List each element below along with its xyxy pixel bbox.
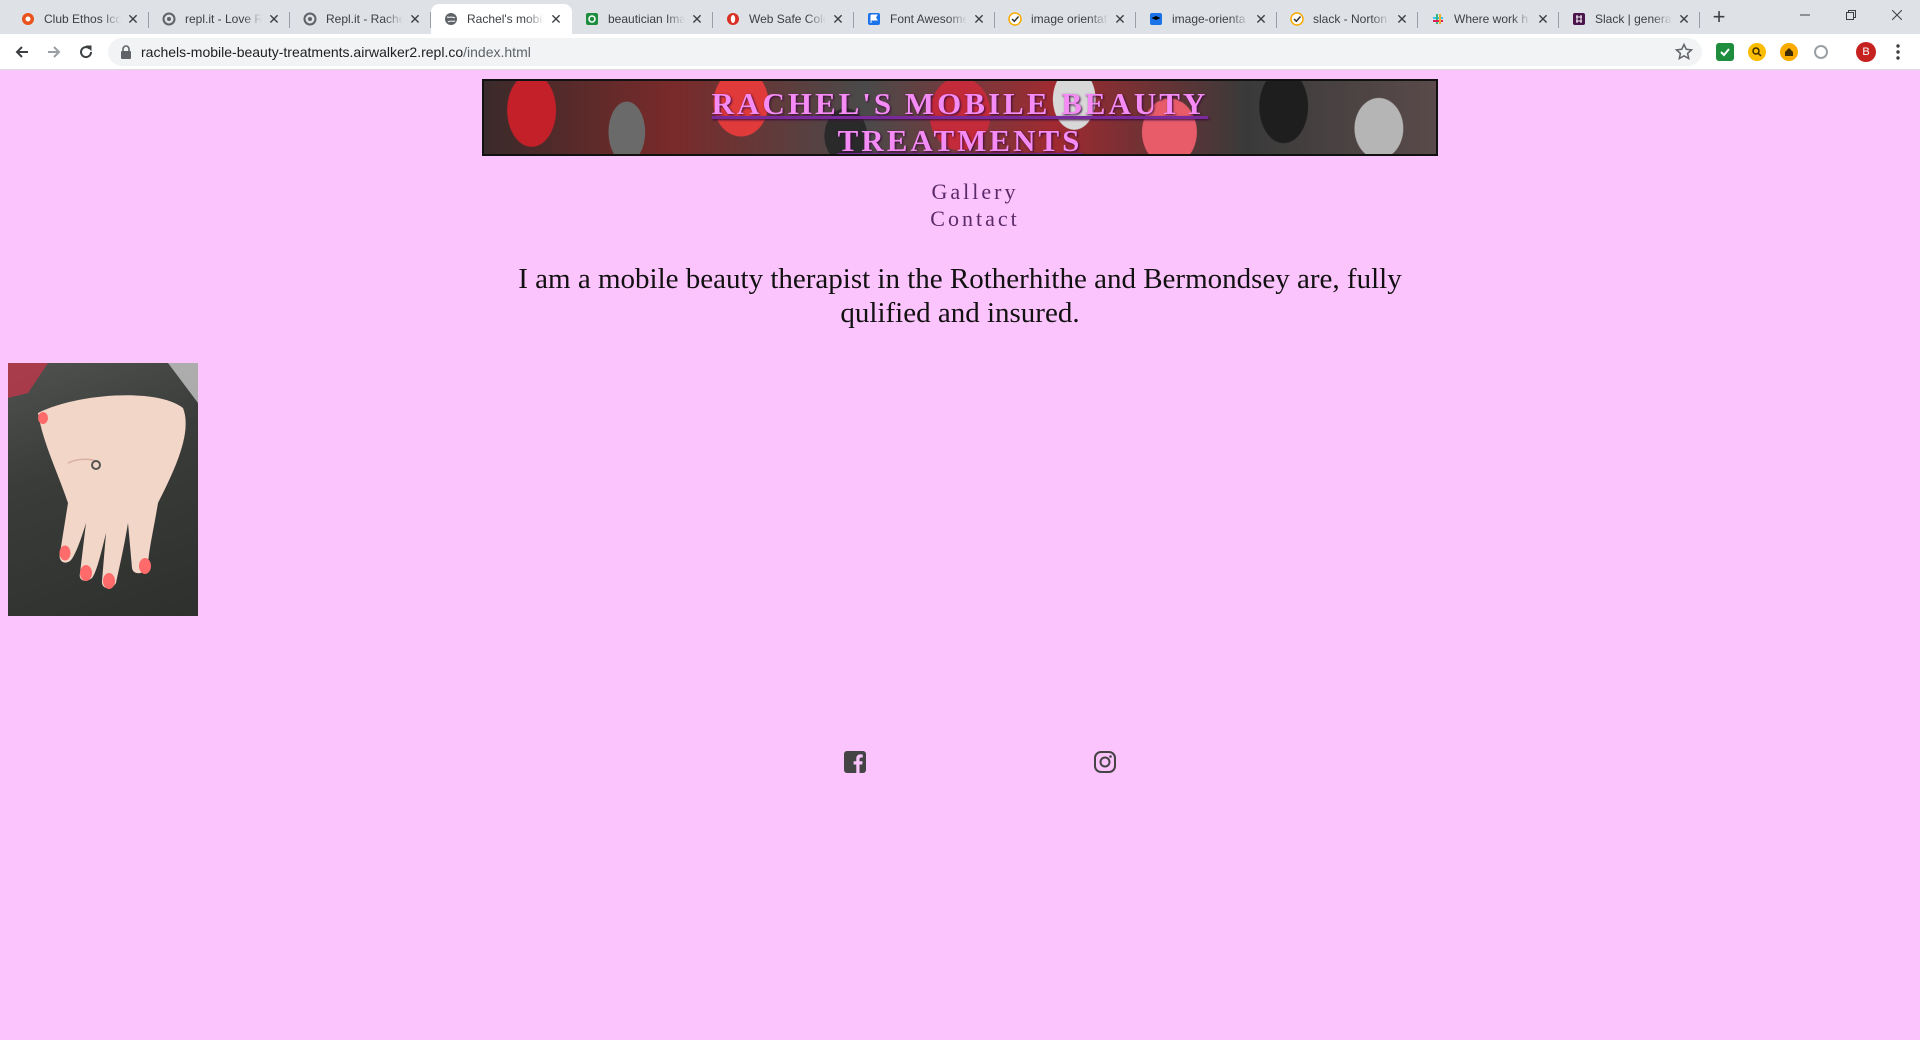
address-bar[interactable]: rachels-mobile-beauty-treatments.airwalk… bbox=[108, 38, 1702, 66]
browser-tab[interactable]: Rachel's mobil ✕ bbox=[431, 4, 572, 34]
minimize-icon bbox=[1800, 14, 1810, 16]
browser-tab[interactable]: Slack | general ✕ bbox=[1559, 4, 1700, 34]
arrow-right-icon bbox=[48, 46, 61, 58]
profile-avatar[interactable]: B bbox=[1856, 42, 1876, 62]
back-button[interactable] bbox=[8, 38, 36, 66]
site-title[interactable]: RACHEL'S MOBILE BEAUTY TREATMENTS bbox=[484, 85, 1436, 154]
close-tab-icon[interactable]: ✕ bbox=[689, 11, 705, 27]
check-badge-icon bbox=[1289, 11, 1305, 27]
toolbar: rachels-mobile-beauty-treatments.airwalk… bbox=[0, 34, 1920, 70]
nav-link-contact[interactable]: Contact bbox=[880, 205, 1040, 232]
tab-title: Web Safe Colo bbox=[749, 12, 826, 26]
browser-tab[interactable]: Repl.it - Rache ✕ bbox=[290, 4, 431, 34]
facebook-icon bbox=[844, 751, 866, 773]
bookmark-star-icon[interactable] bbox=[1674, 42, 1694, 62]
browser-tab[interactable]: Club Ethos Icon ✕ bbox=[8, 4, 149, 34]
tab-strip: Club Ethos Icon ✕ repl.it - Love R ✕ Repl.it… bbox=[0, 0, 1920, 34]
close-icon bbox=[1892, 10, 1902, 20]
browser-tab[interactable]: repl.it - Love R ✕ bbox=[149, 4, 290, 34]
reload-button[interactable] bbox=[72, 38, 100, 66]
tab-title: image orientat bbox=[1031, 12, 1108, 26]
browser-chrome: Club Ethos Icon ✕ repl.it - Love R ✕ Repl.it… bbox=[0, 0, 1920, 70]
extension-circle-icon[interactable] bbox=[1812, 43, 1830, 61]
opera-icon bbox=[725, 11, 741, 27]
lock-icon bbox=[121, 45, 131, 59]
instagram-icon bbox=[1094, 751, 1116, 773]
close-tab-icon[interactable]: ✕ bbox=[1112, 11, 1128, 27]
facebook-link[interactable] bbox=[842, 749, 868, 775]
extension-home-icon[interactable] bbox=[1780, 43, 1798, 61]
globe-icon bbox=[443, 11, 459, 27]
reload-icon bbox=[80, 45, 93, 59]
tab-title: slack - Norton bbox=[1313, 12, 1388, 26]
url-host: rachels-mobile-beauty-treatments.airwalk… bbox=[141, 44, 464, 60]
forward-button[interactable] bbox=[40, 38, 68, 66]
header-banner: RACHEL'S MOBILE BEAUTY TREATMENTS bbox=[482, 79, 1438, 156]
url-path: /index.html bbox=[463, 44, 531, 60]
intro-text: I am a mobile beauty therapist in the Ro… bbox=[518, 263, 1402, 329]
url-text: rachels-mobile-beauty-treatments.airwalk… bbox=[141, 44, 531, 60]
close-tab-icon[interactable]: ✕ bbox=[1535, 11, 1551, 27]
browser-tab[interactable]: slack - Norton ✕ bbox=[1277, 4, 1418, 34]
close-tab-icon[interactable]: ✕ bbox=[125, 11, 141, 27]
nav-link-gallery[interactable]: Gallery bbox=[880, 178, 1040, 205]
close-tab-icon[interactable]: ✕ bbox=[1394, 11, 1410, 27]
browser-tab[interactable]: Web Safe Colo ✕ bbox=[713, 4, 854, 34]
close-tab-icon[interactable]: ✕ bbox=[830, 11, 846, 27]
instagram-link[interactable] bbox=[1092, 749, 1118, 775]
restore-icon bbox=[1846, 10, 1856, 20]
tab-title: Slack | general bbox=[1595, 12, 1672, 26]
minimize-button[interactable] bbox=[1782, 0, 1828, 30]
circle-orange-icon bbox=[20, 11, 36, 27]
tab-title: Club Ethos Icon bbox=[44, 12, 121, 26]
close-tab-icon[interactable]: ✕ bbox=[1253, 11, 1269, 27]
image-search-icon bbox=[584, 11, 600, 27]
replit-icon bbox=[161, 11, 177, 27]
browser-tab[interactable]: Where work h ✕ bbox=[1418, 4, 1559, 34]
slack-square-icon bbox=[1571, 11, 1587, 27]
browser-tab[interactable]: image orientat ✕ bbox=[995, 4, 1136, 34]
tab-title: Rachel's mobil bbox=[467, 12, 544, 26]
arrow-left-icon bbox=[15, 46, 28, 58]
slack-icon bbox=[1430, 11, 1446, 27]
tab-title: Font Awesome bbox=[890, 12, 967, 26]
check-badge-icon bbox=[1007, 11, 1023, 27]
close-tab-icon[interactable]: ✕ bbox=[548, 11, 564, 27]
close-tab-icon[interactable]: ✕ bbox=[971, 11, 987, 27]
flag-icon bbox=[866, 11, 882, 27]
more-vertical-icon[interactable] bbox=[1888, 42, 1908, 62]
mortarboard-icon bbox=[1148, 11, 1164, 27]
browser-tab[interactable]: image-orienta ✕ bbox=[1136, 4, 1277, 34]
close-tab-icon[interactable]: ✕ bbox=[407, 11, 423, 27]
tab-title: Where work h bbox=[1454, 12, 1529, 26]
replit-icon bbox=[302, 11, 318, 27]
browser-tab[interactable]: beautician Ima ✕ bbox=[572, 4, 713, 34]
close-window-button[interactable] bbox=[1874, 0, 1920, 30]
extension-search-icon[interactable] bbox=[1748, 43, 1766, 61]
browser-tab[interactable]: Font Awesome ✕ bbox=[854, 4, 995, 34]
restore-button[interactable] bbox=[1828, 0, 1874, 30]
close-tab-icon[interactable]: ✕ bbox=[266, 11, 282, 27]
nails-photo bbox=[8, 363, 198, 616]
new-tab-button[interactable]: + bbox=[1707, 6, 1731, 30]
extension-check-icon[interactable] bbox=[1716, 43, 1734, 61]
page-viewport: RACHEL'S MOBILE BEAUTY TREATMENTS Galler… bbox=[0, 70, 1920, 1040]
site-nav: Gallery Contact bbox=[0, 178, 1920, 232]
tab-title: repl.it - Love R bbox=[185, 12, 262, 26]
close-tab-icon[interactable]: ✕ bbox=[1676, 11, 1692, 27]
tab-title: beautician Ima bbox=[608, 12, 685, 26]
tab-title: Repl.it - Rache bbox=[326, 12, 403, 26]
tab-title: image-orienta bbox=[1172, 12, 1246, 26]
tab-separator bbox=[1699, 12, 1700, 28]
